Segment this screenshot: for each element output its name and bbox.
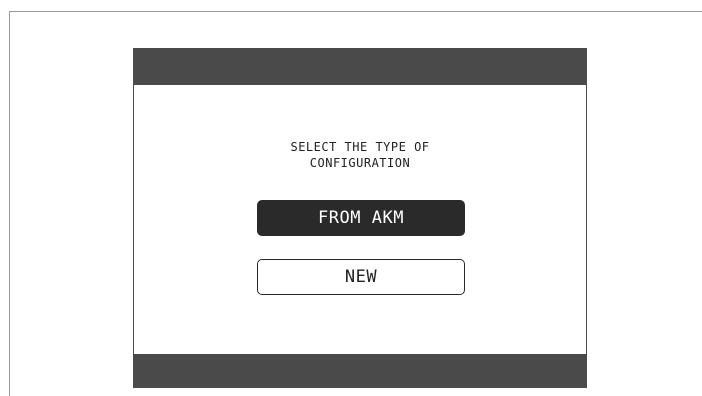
prompt-line-2: CONFIGURATION	[309, 156, 411, 170]
prompt-line-1: SELECT THE TYPE OF	[290, 140, 430, 154]
footer-bar	[133, 354, 587, 388]
outer-frame-top-edge	[9, 11, 702, 12]
configuration-prompt: SELECT THE TYPE OF CONFIGURATION	[134, 139, 586, 171]
header-bar	[133, 48, 587, 85]
outer-frame-left-edge	[9, 11, 10, 396]
dialog-body: SELECT THE TYPE OF CONFIGURATION FROM AK…	[133, 85, 587, 354]
device-screen: SELECT THE TYPE OF CONFIGURATION FROM AK…	[133, 48, 587, 388]
from-akm-button[interactable]: FROM AKM	[257, 200, 465, 236]
new-button[interactable]: NEW	[257, 259, 465, 295]
